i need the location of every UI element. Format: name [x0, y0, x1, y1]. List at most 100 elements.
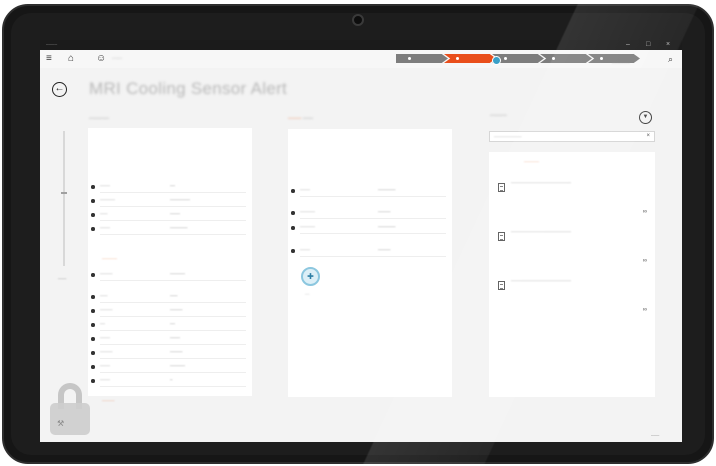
field-label: –––– [100, 183, 111, 188]
article-card[interactable]: –––––––––––––––––––––––– ∞ [489, 277, 655, 325]
overview-row[interactable]: –––––– [88, 292, 252, 303]
home-icon[interactable]: ⌂ [68, 52, 74, 66]
row-divider [300, 256, 446, 257]
bullet-icon [91, 227, 95, 231]
knowledge-search-input[interactable]: ––––––––––– × [489, 131, 655, 142]
row-divider [100, 220, 246, 221]
article-card[interactable]: –––––––––––––––––––––––– ∞ [489, 228, 655, 276]
row-divider [100, 344, 246, 345]
field-label: ––––– [100, 349, 113, 354]
menu-icon[interactable]: ≡ [46, 52, 52, 66]
overview-row[interactable]: –– –– [88, 320, 252, 331]
row-divider [100, 234, 246, 235]
link-icon[interactable]: ∞ [643, 307, 647, 313]
field-value: –––––– [170, 363, 186, 368]
knowledge-panel: –––––– –––––––––––––––––––––––– ∞ –––––––––… [489, 152, 655, 397]
timeline-rail[interactable] [63, 131, 65, 266]
field-value: – [170, 377, 173, 382]
detail-heading: –––– ––– [288, 116, 313, 122]
add-icon: ✚ [307, 272, 314, 281]
bullet-icon [91, 351, 95, 355]
row-divider [100, 358, 246, 359]
overview-row[interactable]: –––––– [88, 182, 252, 193]
bullet-icon [291, 249, 295, 253]
page-title: MRI Cooling Sensor Alert [89, 79, 288, 98]
field-label: –––––– [300, 209, 316, 214]
overview-row[interactable]: ––––––––––– [88, 224, 252, 235]
overview-row[interactable]: ––––– ––––– [88, 306, 252, 317]
search-icon[interactable]: ⌕ [668, 54, 673, 65]
overview-row[interactable]: –––––––––– [88, 348, 252, 359]
step-2-active[interactable] [444, 54, 496, 63]
overview-row[interactable]: ––––––––––– [88, 270, 252, 281]
field-label: ––––– [100, 271, 113, 276]
lock-body [50, 403, 90, 435]
clear-search-icon[interactable]: × [646, 133, 650, 139]
step-dot [552, 57, 555, 60]
current-step-marker [492, 56, 501, 65]
field-value: ––––––– [378, 224, 396, 229]
detail-row[interactable]: –––– ––––– [288, 246, 452, 257]
overview-row[interactable]: –––––––––– [88, 362, 252, 373]
search-placeholder: ––––––––––– [494, 134, 522, 139]
bullet-icon [91, 199, 95, 203]
step-dot [504, 57, 507, 60]
field-label: –––––– [300, 224, 316, 229]
field-value: ––––– [378, 209, 391, 214]
close-button[interactable]: × [666, 41, 670, 49]
detail-heading-rest: ––– [303, 116, 314, 122]
back-button[interactable]: ← [52, 82, 67, 97]
step-4[interactable] [540, 54, 592, 63]
process-stepper [396, 54, 640, 64]
field-label: –––– [300, 247, 311, 252]
minimize-button[interactable]: – [626, 41, 630, 49]
bullet-icon [291, 189, 295, 193]
window-titlebar: –––– – □ × [40, 40, 682, 50]
row-divider [100, 330, 246, 331]
link-icon[interactable]: ∞ [643, 209, 647, 215]
top-nav-bar: ≡ ⌂ ☺ ––– ⌕ [40, 50, 682, 68]
add-contact-button[interactable]: ✚ [301, 267, 320, 286]
link-icon[interactable]: ∞ [643, 258, 647, 264]
row-divider [100, 302, 246, 303]
article-card[interactable]: –––––––––––––––––––––––– ∞ [489, 179, 655, 227]
field-label: –––– [100, 225, 111, 230]
bullet-icon [291, 226, 295, 230]
overview-row[interactable]: ––– –––– [88, 210, 252, 221]
step-1[interactable] [396, 54, 448, 63]
detail-row[interactable]: –––––– ––––––– [288, 223, 452, 234]
bullet-icon [91, 295, 95, 299]
step-dot [600, 57, 603, 60]
user-icon[interactable]: ☺ [96, 52, 106, 66]
filter-dropdown-icon[interactable]: ▼ [639, 111, 652, 124]
field-value: ––––– [378, 247, 391, 252]
document-icon [498, 183, 505, 192]
wrench-icon: ⚒ [57, 419, 65, 428]
article-text: –––––––––––––––––––––––– [511, 229, 572, 234]
detail-heading-accent: –––– [288, 116, 302, 122]
field-value: ––––––– [170, 225, 188, 230]
field-label: –––––– [100, 197, 116, 202]
field-label: –– [100, 321, 106, 326]
overview-row[interactable]: –––– – [88, 376, 252, 387]
overview-heading: –––––– [89, 116, 110, 122]
overview-section-3: ––––– [102, 398, 115, 403]
user-name: ––– [112, 56, 123, 62]
overview-row[interactable]: –––– –––– [88, 334, 252, 345]
overview-row[interactable]: –––––– –––––––– [88, 196, 252, 207]
timeline-marker[interactable] [61, 192, 67, 194]
field-value: ––––––– [378, 187, 396, 192]
camera-icon [352, 14, 364, 26]
detail-row[interactable]: ––––––––––– [288, 208, 452, 219]
window-title: –––– [46, 42, 58, 48]
detail-row[interactable]: ––––––––––– [288, 186, 452, 197]
field-value: ––––– [170, 307, 183, 312]
lock-icon[interactable]: ⚒ [50, 383, 90, 435]
field-value: –––– [170, 211, 181, 216]
bullet-icon [291, 211, 295, 215]
field-label: ––––– [100, 307, 113, 312]
restore-button[interactable]: □ [646, 41, 650, 49]
bullet-icon [91, 213, 95, 217]
overview-section-2: –––––– [102, 256, 118, 261]
bullet-icon [91, 309, 95, 313]
